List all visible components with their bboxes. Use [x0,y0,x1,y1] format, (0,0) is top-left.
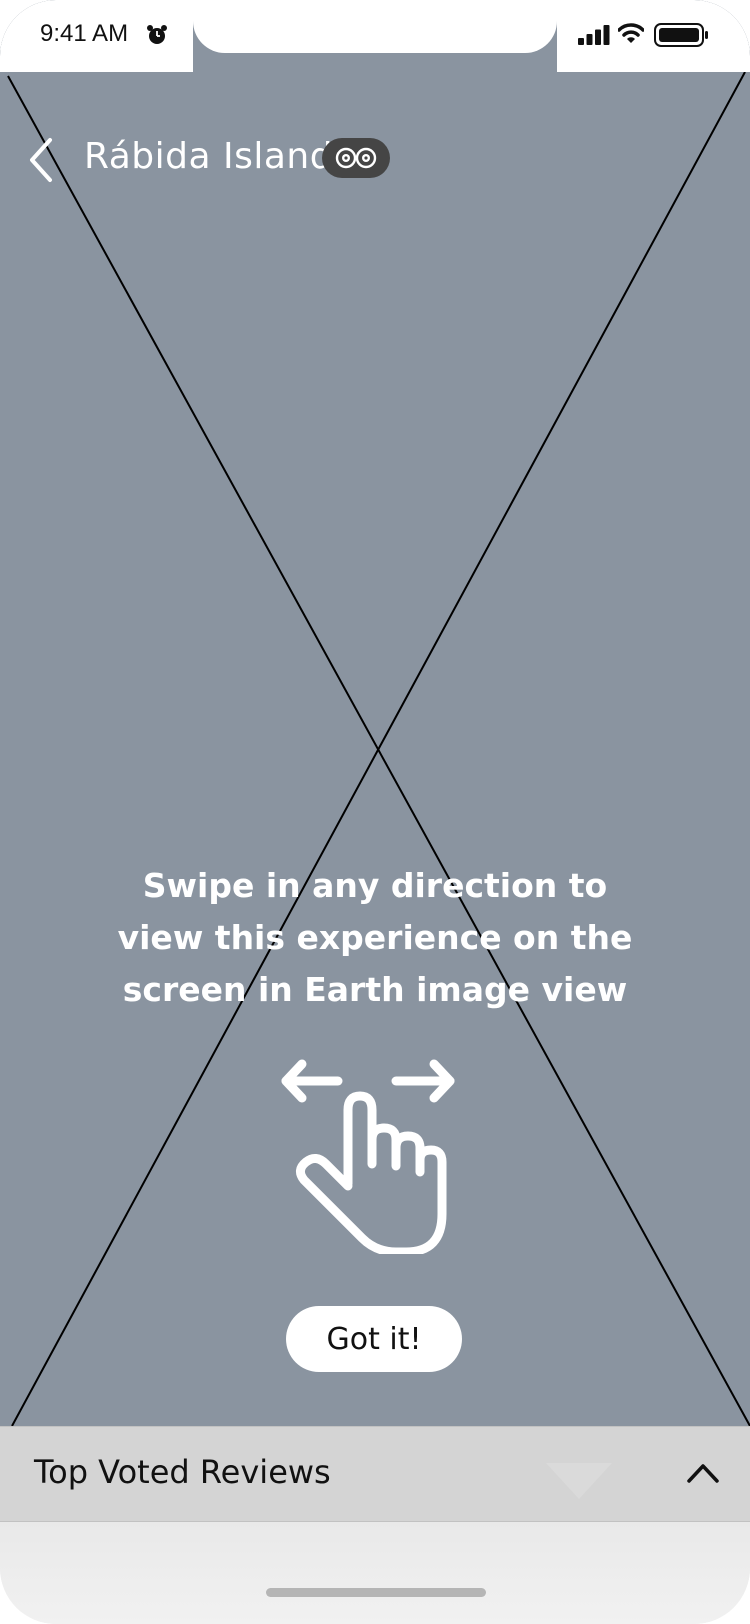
alarm-icon [147,25,167,44]
swipe-hand-icon [281,1059,455,1254]
chevron-up-icon[interactable] [686,1461,720,1485]
place-title: Rábida Island [84,136,334,177]
reviews-title: Top Voted Reviews [34,1453,331,1491]
chevron-left-icon[interactable] [24,134,60,186]
got-it-button[interactable]: Got it! [286,1306,462,1372]
instruction-line-2: view this experience on the [117,918,633,957]
status-time: 9:41 AM [40,20,129,47]
device-notch [193,0,557,53]
caret-down-icon [546,1463,612,1499]
tripadvisor-owl-icon [335,147,377,169]
swipe-instruction: Swipe in any direction to view this expe… [100,860,650,1016]
cellular-signal-icon [578,25,610,45]
tripadvisor-badge[interactable] [322,138,390,178]
place-header: Rábida Island [0,130,750,190]
reviews-panel-header[interactable]: Top Voted Reviews [0,1426,750,1522]
phone-screen: 9:41 AM Rábida Island Swipe in any direc… [0,0,750,1624]
battery-icon [654,23,708,47]
wifi-icon [618,23,644,43]
bottom-safe-area [0,1522,750,1624]
instruction-line-3: screen in Earth image view [122,970,628,1009]
home-indicator[interactable] [266,1588,486,1597]
instruction-line-1: Swipe in any direction to [142,866,608,905]
